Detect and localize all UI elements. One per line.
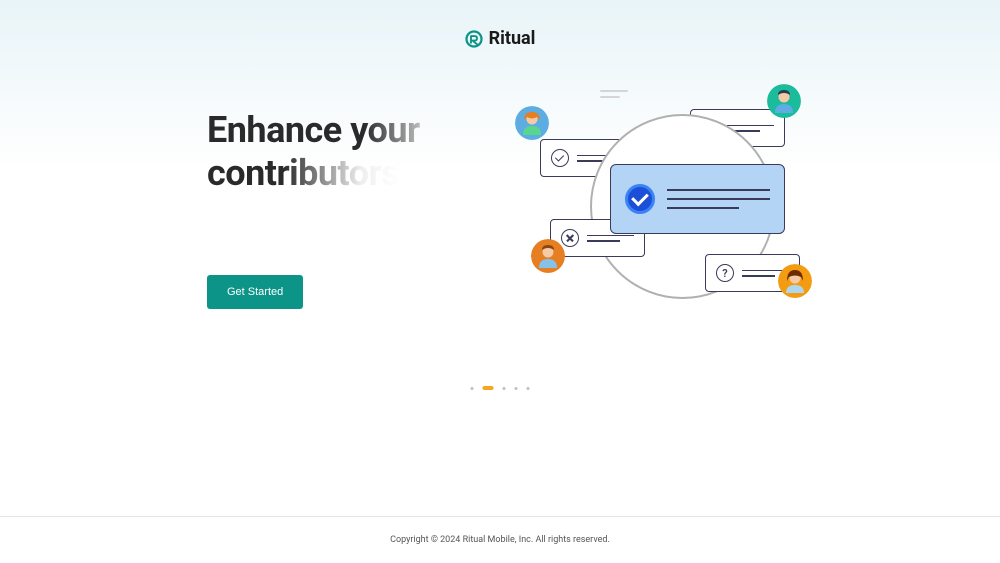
page-header: Ritual bbox=[0, 0, 1000, 49]
carousel-dot-4[interactable] bbox=[515, 387, 518, 390]
headline-word-3: contributors bbox=[207, 152, 399, 194]
carousel-dot-1[interactable] bbox=[471, 387, 474, 390]
brand-logo[interactable]: Ritual bbox=[465, 28, 536, 49]
question-outline-icon: ? bbox=[716, 264, 734, 282]
deco-lines-icon bbox=[600, 90, 628, 98]
avatar-1-icon bbox=[515, 106, 549, 140]
check-outline-icon bbox=[551, 149, 569, 167]
brand-name: Ritual bbox=[489, 28, 536, 49]
copyright-text: Copyright © 2024 Ritual Mobile, Inc. All… bbox=[0, 535, 1000, 545]
hero-illustration: ? bbox=[495, 84, 915, 344]
headline-word-2: your bbox=[350, 109, 420, 151]
card-featured-icon bbox=[610, 164, 785, 234]
ritual-logo-icon bbox=[465, 30, 483, 48]
hero-headline: Enhance your contributors bbox=[207, 109, 500, 195]
x-outline-icon bbox=[561, 229, 579, 247]
hero-section: Enhance your contributors Get Started bbox=[0, 49, 1000, 516]
get-started-button[interactable]: Get Started bbox=[207, 275, 303, 309]
carousel-indicator bbox=[471, 386, 530, 390]
headline-word-1: Enhance bbox=[207, 109, 342, 151]
avatar-3-icon bbox=[531, 239, 565, 273]
carousel-dot-3[interactable] bbox=[503, 387, 506, 390]
hero-text-section: Enhance your contributors Get Started bbox=[0, 94, 500, 309]
avatar-2-icon bbox=[767, 84, 801, 118]
avatar-4-icon bbox=[778, 264, 812, 298]
page-footer: Copyright © 2024 Ritual Mobile, Inc. All… bbox=[0, 516, 1000, 563]
check-filled-icon bbox=[625, 184, 655, 214]
carousel-dot-5[interactable] bbox=[527, 387, 530, 390]
carousel-dot-2[interactable] bbox=[483, 386, 494, 390]
